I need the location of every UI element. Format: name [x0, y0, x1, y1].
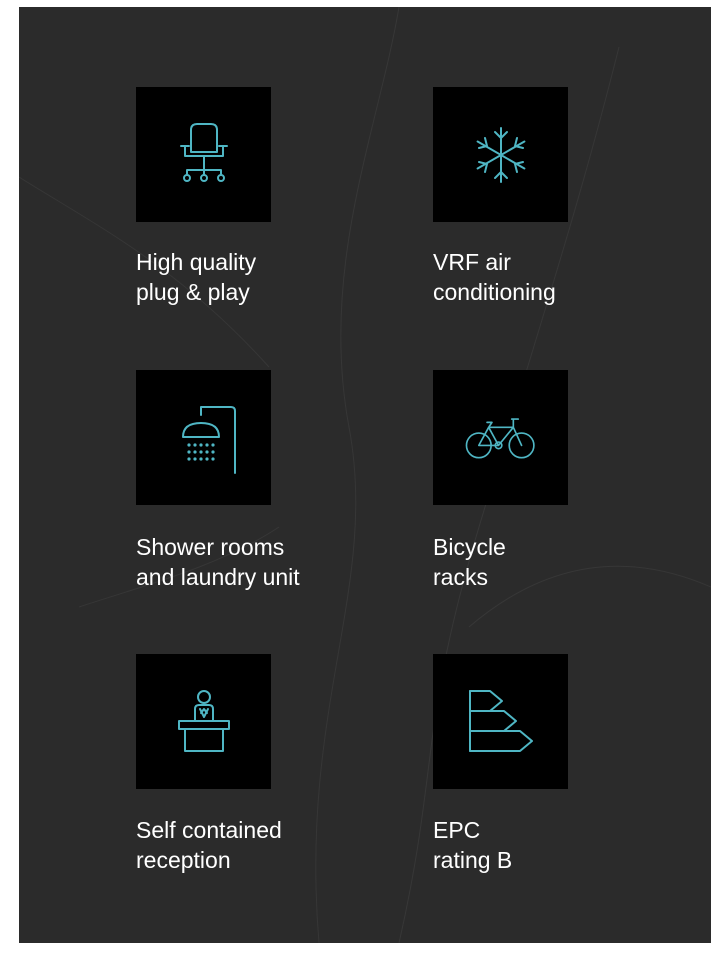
- caption-line: High quality: [136, 249, 257, 275]
- feature-tile-shower: [136, 370, 271, 505]
- feature-tile-bicycle: [433, 370, 568, 505]
- feature-caption: EPC rating B: [433, 815, 673, 875]
- caption-line: Bicycle: [433, 534, 506, 560]
- caption-line: and laundry unit: [136, 564, 300, 590]
- epc-rating-icon: [468, 689, 533, 752]
- feature-caption: Shower rooms and laundry unit: [136, 532, 376, 592]
- caption-line: conditioning: [433, 279, 556, 305]
- feature-tile-epc: [433, 654, 568, 789]
- feature-caption: Bicycle racks: [433, 532, 673, 592]
- reception-desk-icon: [177, 689, 230, 752]
- feature-tile-chair: [136, 87, 271, 222]
- feature-tile-reception: [136, 654, 271, 789]
- bicycle-icon: [465, 417, 535, 459]
- caption-line: reception: [136, 847, 231, 873]
- caption-line: EPC: [433, 817, 481, 843]
- caption-line: rating B: [433, 847, 513, 873]
- caption-line: racks: [433, 564, 488, 590]
- caption-line: Shower rooms: [136, 534, 285, 560]
- shower-icon: [181, 405, 236, 474]
- caption-line: VRF air: [433, 249, 511, 275]
- office-chair-icon: [179, 122, 228, 182]
- feature-caption: High quality plug & play: [136, 247, 376, 307]
- feature-tile-snowflake: [433, 87, 568, 222]
- caption-line: Self contained: [136, 817, 282, 843]
- snowflake-icon: [476, 126, 525, 183]
- marble-texture: [19, 7, 711, 943]
- caption-line: plug & play: [136, 279, 250, 305]
- feature-caption: Self contained reception: [136, 815, 376, 875]
- features-panel: High quality plug & play VRF air conditi…: [19, 7, 711, 943]
- feature-caption: VRF air conditioning: [433, 247, 673, 307]
